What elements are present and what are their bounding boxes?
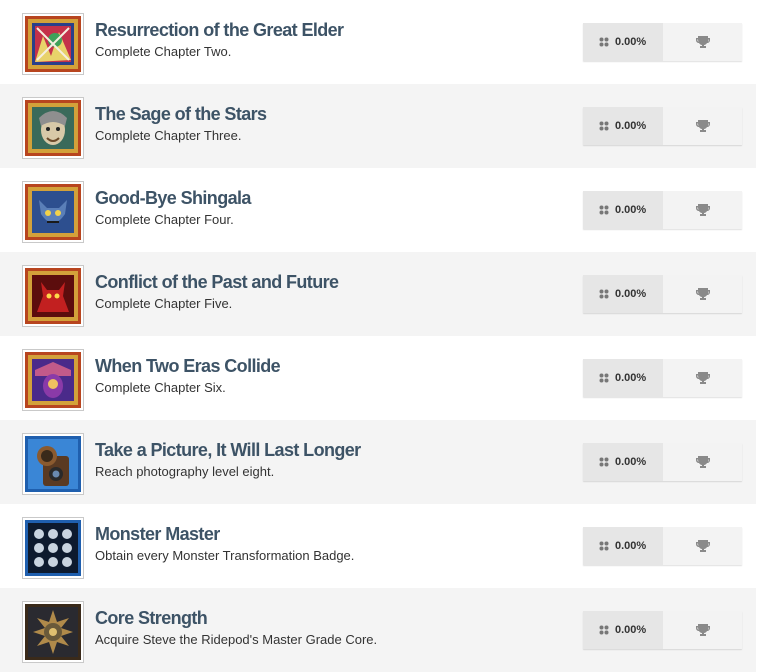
achievement-title: Core Strength: [95, 608, 208, 628]
achievement-row: Monster Master Obtain every Monster Tran…: [0, 504, 756, 588]
achievement-description: Complete Chapter Two.: [95, 44, 232, 59]
global-percent-badge: 0.00%: [583, 443, 663, 481]
trophy-button[interactable]: [663, 275, 742, 313]
global-percent-badge: 0.00%: [583, 275, 663, 313]
global-percent-value: 0.00%: [615, 372, 647, 384]
global-percent-badge: 0.00%: [583, 107, 663, 145]
global-percent-value: 0.00%: [615, 624, 647, 636]
grid-dots-icon: [599, 289, 609, 299]
achievement-row: Conflict of the Past and Future Complete…: [0, 252, 756, 336]
achievement-row: Core Strength Acquire Steve the Ridepod'…: [0, 588, 756, 672]
achievement-title: The Sage of the Stars: [95, 104, 267, 124]
trophy-button[interactable]: [663, 611, 742, 649]
global-percent-value: 0.00%: [615, 456, 647, 468]
achievement-row: Take a Picture, It Will Last Longer Reac…: [0, 420, 756, 504]
trophy-icon: [695, 540, 710, 552]
trophy-icon: [695, 372, 710, 384]
achievement-stat: 0.00%: [583, 443, 742, 481]
star-sage-card-icon: [22, 97, 84, 159]
trophy-icon: [695, 204, 710, 216]
achievement-description: Obtain every Monster Transformation Badg…: [95, 548, 355, 563]
grid-dots-icon: [599, 37, 609, 47]
achievement-title: Resurrection of the Great Elder: [95, 20, 344, 40]
grid-dots-icon: [599, 457, 609, 467]
achievement-stat: 0.00%: [583, 107, 742, 145]
global-percent-badge: 0.00%: [583, 527, 663, 565]
global-percent-badge: 0.00%: [583, 359, 663, 397]
grid-dots-icon: [599, 625, 609, 635]
global-percent-badge: 0.00%: [583, 611, 663, 649]
global-percent-value: 0.00%: [615, 540, 647, 552]
trophy-button[interactable]: [663, 107, 742, 145]
achievement-stat: 0.00%: [583, 611, 742, 649]
global-percent-value: 0.00%: [615, 120, 647, 132]
achievement-stat: 0.00%: [583, 23, 742, 61]
demon-card-icon: [22, 265, 84, 327]
global-percent-badge: 0.00%: [583, 23, 663, 61]
achievement-description: Complete Chapter Four.: [95, 212, 234, 227]
trophy-icon: [695, 624, 710, 636]
trophy-button[interactable]: [663, 191, 742, 229]
trophy-icon: [695, 36, 710, 48]
trophy-button[interactable]: [663, 359, 742, 397]
achievement-list: Resurrection of the Great Elder Complete…: [0, 0, 774, 672]
achievement-description: Acquire Steve the Ridepod's Master Grade…: [95, 632, 378, 647]
trophy-button[interactable]: [663, 527, 742, 565]
achievement-stat: 0.00%: [583, 275, 742, 313]
two-eras-card-icon: [22, 349, 84, 411]
achievement-row: Resurrection of the Great Elder Complete…: [0, 0, 756, 84]
grid-dots-icon: [599, 205, 609, 215]
achievement-stat: 0.00%: [583, 527, 742, 565]
grid-dots-icon: [599, 373, 609, 383]
global-percent-value: 0.00%: [615, 36, 647, 48]
achievement-title: When Two Eras Collide: [95, 356, 281, 376]
achievement-description: Complete Chapter Five.: [95, 296, 233, 311]
grid-dots-icon: [599, 121, 609, 131]
trophy-button[interactable]: [663, 443, 742, 481]
trophy-icon: [695, 456, 710, 468]
global-percent-badge: 0.00%: [583, 191, 663, 229]
grid-dots-icon: [599, 541, 609, 551]
shingala-card-icon: [22, 181, 84, 243]
achievement-title: Take a Picture, It Will Last Longer: [95, 440, 361, 460]
great-elder-card-icon: [22, 13, 84, 75]
monster-badges-icon: [22, 517, 84, 579]
achievement-title: Conflict of the Past and Future: [95, 272, 339, 292]
achievement-stat: 0.00%: [583, 359, 742, 397]
ridepod-core-icon: [22, 601, 84, 663]
achievement-title: Good-Bye Shingala: [95, 188, 251, 208]
achievement-description: Complete Chapter Six.: [95, 380, 226, 395]
achievement-description: Complete Chapter Three.: [95, 128, 242, 143]
camera-icon: [22, 433, 84, 495]
achievement-description: Reach photography level eight.: [95, 464, 275, 479]
achievement-stat: 0.00%: [583, 191, 742, 229]
achievement-row: When Two Eras Collide Complete Chapter S…: [0, 336, 756, 420]
achievement-row: The Sage of the Stars Complete Chapter T…: [0, 84, 756, 168]
achievement-title: Monster Master: [95, 524, 220, 544]
trophy-icon: [695, 120, 710, 132]
global-percent-value: 0.00%: [615, 288, 647, 300]
global-percent-value: 0.00%: [615, 204, 647, 216]
trophy-button[interactable]: [663, 23, 742, 61]
trophy-icon: [695, 288, 710, 300]
achievement-row: Good-Bye Shingala Complete Chapter Four.…: [0, 168, 756, 252]
